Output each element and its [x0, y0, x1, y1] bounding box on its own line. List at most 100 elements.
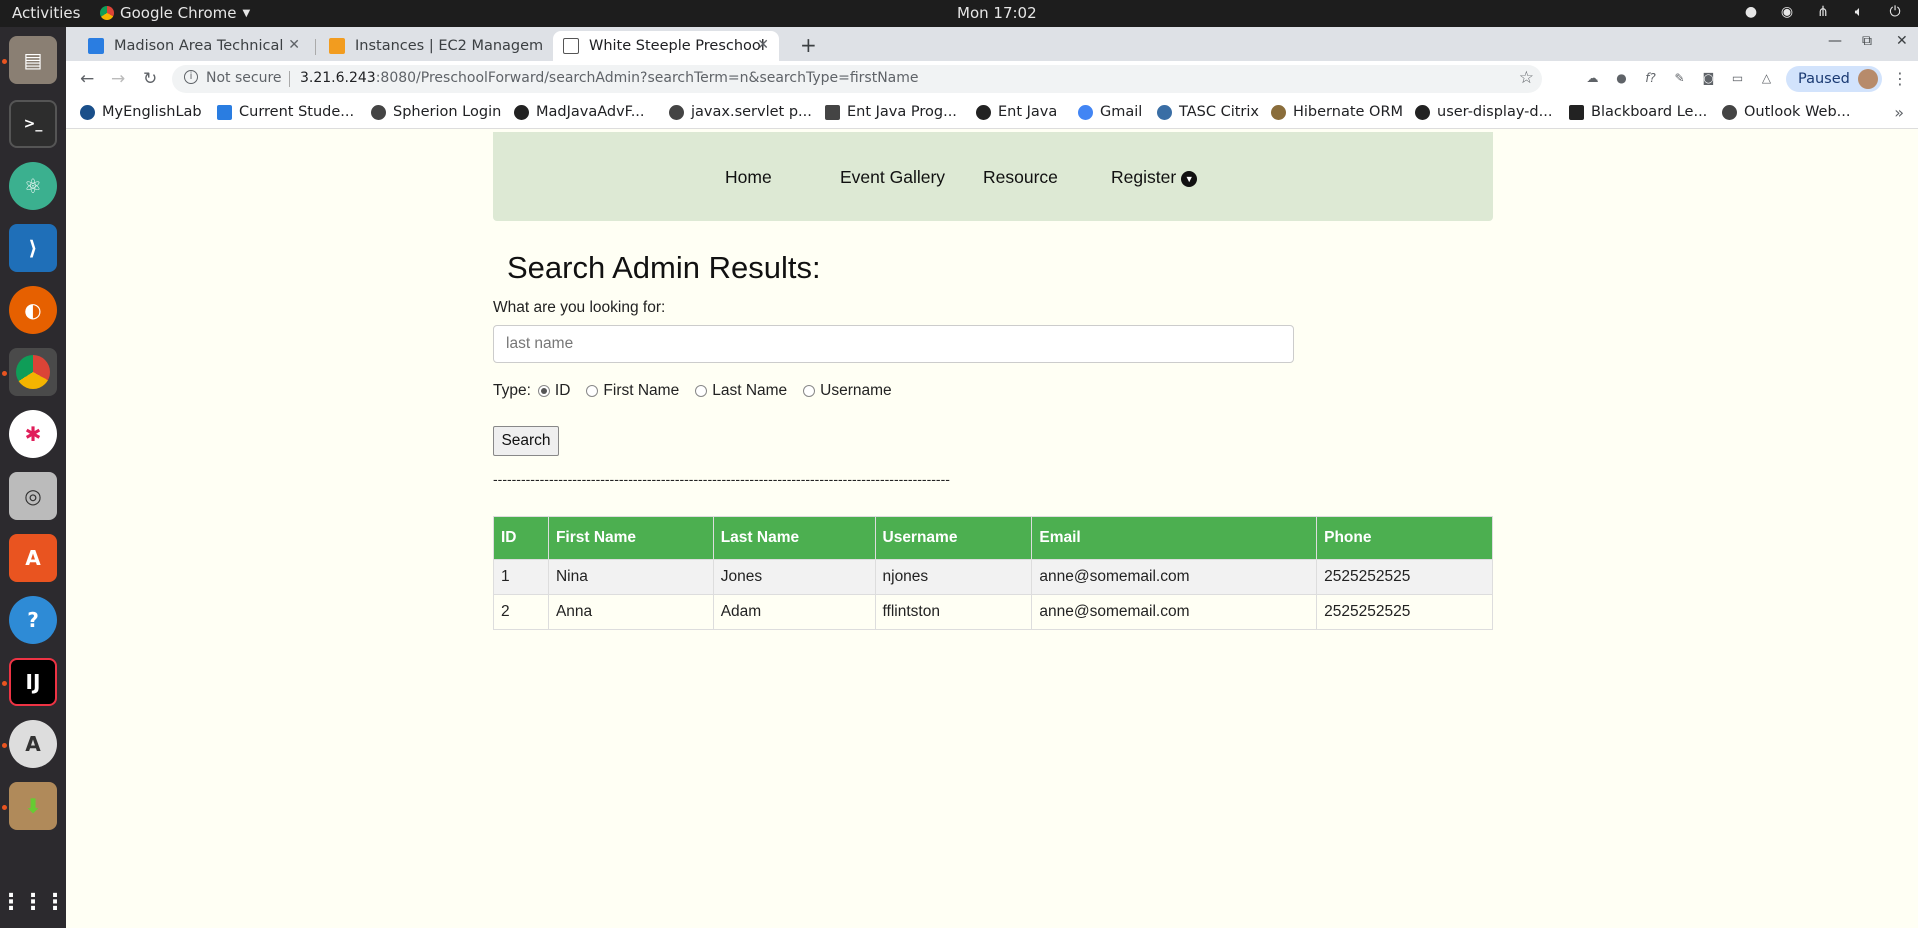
nav-home[interactable]: Home	[725, 167, 772, 188]
table-cell: 1	[493, 559, 549, 595]
vscode-icon[interactable]: ⟩	[9, 224, 57, 272]
security-label: Not secure	[206, 70, 282, 86]
updater-icon[interactable]: A	[9, 720, 57, 768]
notification-icon[interactable]: ●	[1742, 3, 1760, 21]
maximize-button[interactable]: ⧉	[1862, 33, 1872, 49]
slack-icon[interactable]: ✱	[9, 410, 57, 458]
search-input[interactable]	[493, 325, 1294, 363]
bookmark-item[interactable]: user-display-d...	[1415, 104, 1552, 120]
nav-event-gallery[interactable]: Event Gallery	[840, 167, 945, 188]
more-bookmarks-icon[interactable]: »	[1894, 103, 1904, 122]
tab-title: White Steeple Preschool	[589, 38, 765, 54]
bookmark-item[interactable]: MadJavaAdvF...	[514, 104, 645, 120]
activities-button[interactable]: Activities	[12, 4, 80, 22]
tab-strip: Madison Area Technical C ✕ Instances | E…	[66, 27, 1918, 61]
madison-favicon-icon	[88, 38, 104, 54]
extensions-area: ☁ ● f? ✎ ◙ ▭ △ ▣	[1584, 70, 1804, 87]
terminal-icon[interactable]: >_	[9, 100, 57, 148]
reload-button[interactable]: ↻	[143, 69, 157, 89]
software-store-icon[interactable]: A	[9, 534, 57, 582]
radio-last-name[interactable]	[695, 385, 708, 397]
github-icon	[514, 104, 529, 120]
table-cell: anne@somemail.com	[1031, 594, 1318, 630]
bookmark-item[interactable]: TASC Citrix	[1157, 104, 1259, 120]
firefox-icon[interactable]: ◐	[9, 286, 57, 334]
volume-icon[interactable]: 🔈︎	[1850, 3, 1868, 21]
close-icon[interactable]: ✕	[757, 37, 769, 53]
bookmark-item[interactable]: Outlook Web...	[1722, 104, 1851, 120]
radio-first-name[interactable]	[586, 385, 599, 397]
bookmark-star-icon[interactable]: ☆	[1519, 68, 1534, 88]
camera-extension-icon[interactable]: ◙	[1700, 70, 1717, 87]
back-button[interactable]: ←	[80, 69, 94, 89]
profile-button[interactable]: Paused	[1786, 66, 1882, 92]
bookmark-favicon-icon	[217, 104, 232, 120]
formula-extension-icon[interactable]: f?	[1642, 70, 1659, 87]
eyedropper-extension-icon[interactable]: ✎	[1671, 70, 1688, 87]
tab-white-steeple[interactable]: White Steeple Preschool ✕	[553, 31, 779, 61]
bookmark-item[interactable]: MyEnglishLab	[80, 104, 202, 120]
table-row: 2 Anna Adam fflintston anne@somemail.com…	[493, 594, 1493, 630]
triangle-extension-icon[interactable]: △	[1758, 70, 1775, 87]
url-text[interactable]: 3.21.6.243:8080/PreschoolForward/searchA…	[300, 70, 919, 86]
page-title: Search Admin Results:	[507, 250, 821, 285]
globe-icon	[371, 104, 386, 120]
tab-madison[interactable]: Madison Area Technical C ✕	[78, 31, 310, 61]
column-header: Username	[874, 516, 1033, 560]
avatar	[1857, 69, 1878, 89]
new-tab-button[interactable]: +	[800, 33, 817, 57]
table-row: 1 Nina Jones njones anne@somemail.com 25…	[493, 559, 1493, 595]
help-icon[interactable]: ?	[9, 596, 57, 644]
radio-id[interactable]	[537, 385, 550, 397]
chrome-tray-icon[interactable]: ◉	[1778, 3, 1796, 21]
camera-icon[interactable]: ◎	[9, 472, 57, 520]
extension-icon[interactable]: ●	[1613, 70, 1630, 87]
archive-install-icon[interactable]: ⬇	[9, 782, 57, 830]
nav-register[interactable]: Register ▼	[1111, 167, 1198, 188]
close-window-button[interactable]: ✕	[1896, 33, 1908, 49]
intellij-icon[interactable]: IJ	[9, 658, 57, 706]
show-apps-icon[interactable]: ⋮⋮⋮	[0, 878, 66, 926]
graduation-cap-icon	[825, 104, 840, 120]
search-type-group: Type: ID First Name Last Name Username	[493, 382, 892, 400]
radio-username[interactable]	[803, 385, 816, 397]
bookmark-item[interactable]: Blackboard Le...	[1569, 104, 1707, 120]
forward-button[interactable]: →	[111, 69, 125, 89]
search-label: What are you looking for:	[493, 299, 666, 316]
bookmark-item[interactable]: Spherion Login	[371, 104, 501, 120]
globe-icon	[1722, 104, 1737, 120]
bookmark-item[interactable]: Ent Java Prog...	[825, 104, 957, 120]
bookmark-item[interactable]: Current Stude...	[217, 104, 354, 120]
address-bar[interactable]: i Not secure 3.21.6.243:8080/PreschoolFo…	[172, 65, 1542, 93]
files-icon[interactable]: ▤	[9, 36, 57, 84]
info-icon[interactable]: i	[184, 70, 198, 84]
chevron-down-icon: ▼	[1181, 171, 1198, 187]
bookmark-item[interactable]: Gmail	[1078, 104, 1142, 120]
minimize-button[interactable]: —	[1828, 33, 1842, 49]
chrome-menu-icon[interactable]: ⋮	[1892, 69, 1908, 88]
atom-icon[interactable]: ⚛	[9, 162, 57, 210]
blackboard-icon	[1569, 104, 1584, 120]
table-cell: Nina	[547, 559, 714, 595]
bookmark-item[interactable]: Ent Java	[976, 104, 1057, 120]
table-cell: Adam	[712, 594, 876, 630]
network-icon[interactable]: ⋔	[1814, 3, 1832, 21]
tab-title: Instances | EC2 Managem	[355, 38, 544, 54]
column-header: Last Name	[712, 516, 876, 560]
close-icon[interactable]: ✕	[288, 37, 300, 53]
table-cell: 2525252525	[1316, 559, 1493, 595]
dock: ▤ >_ ⚛ ⟩ ◐ ✱ ◎ A ? IJ A ⬇ ⋮⋮⋮	[0, 27, 66, 928]
nav-resource[interactable]: Resource	[983, 167, 1058, 188]
bookmark-item[interactable]: javax.servlet p...	[669, 104, 812, 120]
search-button[interactable]: Search	[493, 426, 559, 456]
bookmark-item[interactable]: Hibernate ORM	[1271, 104, 1403, 120]
extension-icon[interactable]: ☁	[1584, 70, 1601, 87]
app-menu[interactable]: Google Chrome ▼	[100, 4, 250, 22]
app-name-label: Google Chrome	[120, 4, 237, 22]
globe-icon	[669, 104, 684, 120]
chrome-icon[interactable]	[9, 348, 57, 396]
power-icon[interactable]: ⏻	[1886, 3, 1904, 21]
cast-extension-icon[interactable]: ▭	[1729, 70, 1746, 87]
clock[interactable]: Mon 17:02	[957, 4, 1037, 22]
results-table: ID First Name Last Name Username Email P…	[493, 516, 1493, 630]
